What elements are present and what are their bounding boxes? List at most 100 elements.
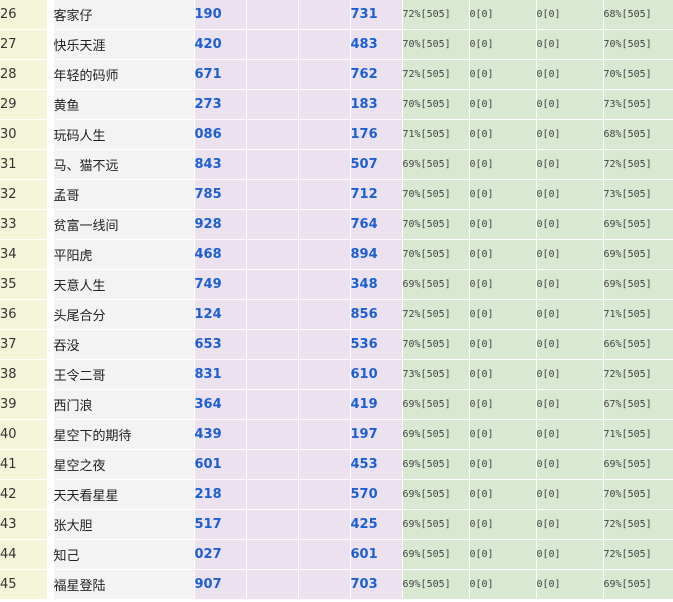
- number-a: 027: [194, 539, 247, 570]
- rate-b: 71%[505]: [603, 299, 673, 330]
- zero-a: 0[0]: [469, 509, 537, 540]
- number-a: 907: [194, 569, 247, 600]
- rate-b: 69%[505]: [603, 569, 673, 600]
- number-b: 197: [350, 419, 403, 450]
- rate-a: 69%[505]: [402, 389, 470, 420]
- table-row: 36 头尾合分 124 856 72%[505] 0[0] 0[0] 71%[505]: [0, 299, 673, 330]
- number-b: 856: [350, 299, 403, 330]
- number-a: 190: [194, 0, 247, 30]
- rate-b: 69%[505]: [603, 269, 673, 300]
- number-a: 086: [194, 119, 247, 150]
- player-name: 福星登陆: [53, 569, 195, 600]
- empty-cell-b: [298, 329, 351, 360]
- rate-a: 70%[505]: [402, 179, 470, 210]
- number-b: 453: [350, 449, 403, 480]
- row-number: 42: [0, 479, 48, 510]
- rate-a: 69%[505]: [402, 419, 470, 450]
- table-row: 34 平阳虎 468 894 70%[505] 0[0] 0[0] 69%[505]: [0, 239, 673, 270]
- empty-cell-a: [246, 569, 299, 600]
- ranking-table-body: 26 客家仔 190 731 72%[505] 0[0] 0[0] 68%[505] 27 快乐天…: [0, 0, 673, 600]
- number-a: 439: [194, 419, 247, 450]
- rate-b: 72%[505]: [603, 509, 673, 540]
- zero-a: 0[0]: [469, 269, 537, 300]
- empty-cell-b: [298, 539, 351, 570]
- zero-a: 0[0]: [469, 0, 537, 30]
- number-a: 420: [194, 29, 247, 60]
- rate-b: 72%[505]: [603, 539, 673, 570]
- zero-a: 0[0]: [469, 329, 537, 360]
- empty-cell-b: [298, 29, 351, 60]
- number-b: 731: [350, 0, 403, 30]
- row-number: 26: [0, 0, 48, 30]
- table-row: 45 福星登陆 907 703 69%[505] 0[0] 0[0] 69%[505]: [0, 569, 673, 600]
- empty-cell-b: [298, 239, 351, 270]
- number-a: 928: [194, 209, 247, 240]
- empty-cell-b: [298, 209, 351, 240]
- empty-cell-b: [298, 449, 351, 480]
- empty-cell-a: [246, 239, 299, 270]
- row-number: 39: [0, 389, 48, 420]
- empty-cell-b: [298, 119, 351, 150]
- number-b: 610: [350, 359, 403, 390]
- rate-a: 70%[505]: [402, 239, 470, 270]
- empty-cell-b: [298, 419, 351, 450]
- zero-b: 0[0]: [536, 0, 604, 30]
- rate-b: 71%[505]: [603, 419, 673, 450]
- rate-b: 70%[505]: [603, 59, 673, 90]
- player-name: 客家仔: [53, 0, 195, 30]
- zero-b: 0[0]: [536, 569, 604, 600]
- rate-b: 69%[505]: [603, 209, 673, 240]
- rate-a: 69%[505]: [402, 509, 470, 540]
- empty-cell-b: [298, 0, 351, 30]
- row-number: 33: [0, 209, 48, 240]
- number-b: 601: [350, 539, 403, 570]
- rate-a: 73%[505]: [402, 359, 470, 390]
- rate-a: 69%[505]: [402, 269, 470, 300]
- empty-cell-a: [246, 269, 299, 300]
- table-row: 38 王令二哥 831 610 73%[505] 0[0] 0[0] 72%[505]: [0, 359, 673, 390]
- player-name: 平阳虎: [53, 239, 195, 270]
- rate-b: 73%[505]: [603, 89, 673, 120]
- player-name: 天天看星星: [53, 479, 195, 510]
- number-a: 273: [194, 89, 247, 120]
- empty-cell-a: [246, 0, 299, 30]
- row-number: 35: [0, 269, 48, 300]
- zero-a: 0[0]: [469, 119, 537, 150]
- table-row: 27 快乐天涯 420 483 70%[505] 0[0] 0[0] 70%[505]: [0, 29, 673, 60]
- player-name: 西门浪: [53, 389, 195, 420]
- zero-a: 0[0]: [469, 89, 537, 120]
- empty-cell-b: [298, 569, 351, 600]
- zero-b: 0[0]: [536, 359, 604, 390]
- table-row: 37 吞没 653 536 70%[505] 0[0] 0[0] 66%[505]: [0, 329, 673, 360]
- zero-a: 0[0]: [469, 239, 537, 270]
- empty-cell-a: [246, 209, 299, 240]
- empty-cell-b: [298, 89, 351, 120]
- zero-b: 0[0]: [536, 209, 604, 240]
- rate-a: 72%[505]: [402, 299, 470, 330]
- player-name: 快乐天涯: [53, 29, 195, 60]
- zero-a: 0[0]: [469, 209, 537, 240]
- empty-cell-b: [298, 479, 351, 510]
- row-number: 45: [0, 569, 48, 600]
- empty-cell-a: [246, 299, 299, 330]
- table-row: 28 年轻的码师 671 762 72%[505] 0[0] 0[0] 70%[505]: [0, 59, 673, 90]
- empty-cell-b: [298, 359, 351, 390]
- rate-a: 69%[505]: [402, 149, 470, 180]
- number-a: 831: [194, 359, 247, 390]
- rate-a: 69%[505]: [402, 569, 470, 600]
- number-a: 517: [194, 509, 247, 540]
- empty-cell-a: [246, 29, 299, 60]
- player-name: 黄鱼: [53, 89, 195, 120]
- number-a: 653: [194, 329, 247, 360]
- rate-a: 69%[505]: [402, 479, 470, 510]
- player-name: 王令二哥: [53, 359, 195, 390]
- number-b: 176: [350, 119, 403, 150]
- player-name: 星空下的期待: [53, 419, 195, 450]
- empty-cell-a: [246, 539, 299, 570]
- zero-b: 0[0]: [536, 89, 604, 120]
- empty-cell-a: [246, 359, 299, 390]
- zero-b: 0[0]: [536, 239, 604, 270]
- player-name: 孟哥: [53, 179, 195, 210]
- row-number: 41: [0, 449, 48, 480]
- player-name: 马、猫不远: [53, 149, 195, 180]
